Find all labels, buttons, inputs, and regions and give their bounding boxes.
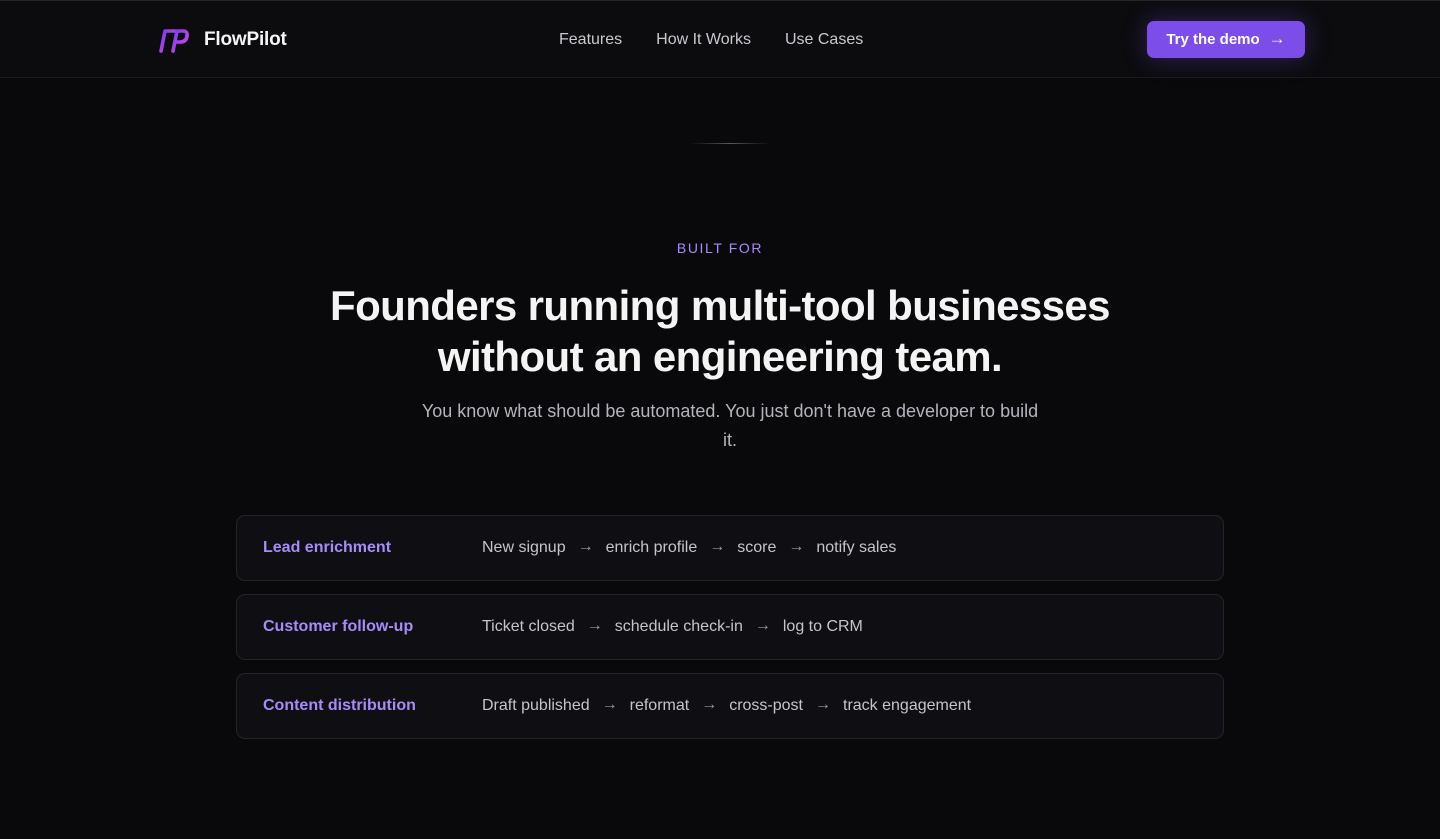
workflow-step: cross-post	[729, 697, 803, 714]
use-case-title: Lead enrichment	[263, 539, 392, 556]
arrow-right-icon: →	[601, 695, 618, 713]
try-demo-button[interactable]: Try the demo →	[1147, 21, 1305, 58]
workflow-step: track engagement	[843, 697, 972, 714]
workflow-step: log to CRM	[782, 618, 863, 635]
brand-name: FlowPilot	[204, 29, 287, 50]
arrow-right-icon: →	[577, 537, 594, 555]
brand-home-link[interactable]: FlowPilot	[158, 25, 287, 55]
use-case-card-lead-enrichment: Lead enrichment New signup → enrich prof…	[236, 515, 1224, 581]
nav-link-how-it-works[interactable]: How It Works	[656, 29, 751, 51]
top-navbar: FlowPilot Features How It Works Use Case…	[0, 0, 1440, 78]
section-headline: Founders running multi-tool businesses w…	[330, 282, 1111, 380]
workflow-step: schedule check-in	[614, 618, 743, 635]
workflow-step: enrich profile	[605, 539, 698, 556]
workflow-step: notify sales	[816, 539, 897, 556]
workflow-step: Draft published	[482, 697, 590, 714]
arrow-right-icon: →	[701, 695, 718, 713]
arrow-right-icon: →	[815, 695, 831, 713]
workflow-step: reformat	[629, 697, 690, 714]
try-demo-label: Try the demo	[1166, 31, 1260, 48]
use-case-list: Lead enrichment New signup → enrich prof…	[236, 515, 1224, 739]
nav-link-use-cases[interactable]: Use Cases	[785, 29, 863, 51]
section-divider	[690, 143, 770, 144]
use-case-title: Content distribution	[263, 697, 416, 714]
use-case-card-customer-follow-up: Customer follow-up Ticket closed → sched…	[236, 594, 1224, 660]
workflow-steps: Ticket closed → schedule check-in → log …	[482, 616, 863, 636]
arrow-right-icon: →	[586, 616, 603, 634]
arrow-right-icon: →	[754, 616, 771, 634]
workflow-step: score	[737, 539, 777, 556]
arrow-right-icon: →	[788, 537, 805, 555]
workflow-step: Ticket closed	[482, 618, 575, 635]
section-subhead: You know what should be automated. You j…	[421, 401, 1039, 450]
arrow-right-icon: →	[1268, 29, 1286, 48]
nav-link-features[interactable]: Features	[559, 29, 622, 51]
use-case-title: Customer follow-up	[263, 618, 414, 635]
use-case-card-content-distribution: Content distribution Draft published → r…	[236, 673, 1224, 739]
nav-links: Features How It Works Use Cases	[559, 29, 863, 51]
arrow-right-icon: →	[709, 537, 726, 555]
fp-logo-icon	[158, 27, 190, 53]
workflow-steps: Draft published → reformat → cross-post …	[482, 695, 972, 715]
workflow-step: New signup	[482, 539, 566, 556]
section-eyebrow: BUILT FOR	[676, 240, 764, 256]
workflow-steps: New signup → enrich profile → score → no…	[482, 537, 897, 557]
